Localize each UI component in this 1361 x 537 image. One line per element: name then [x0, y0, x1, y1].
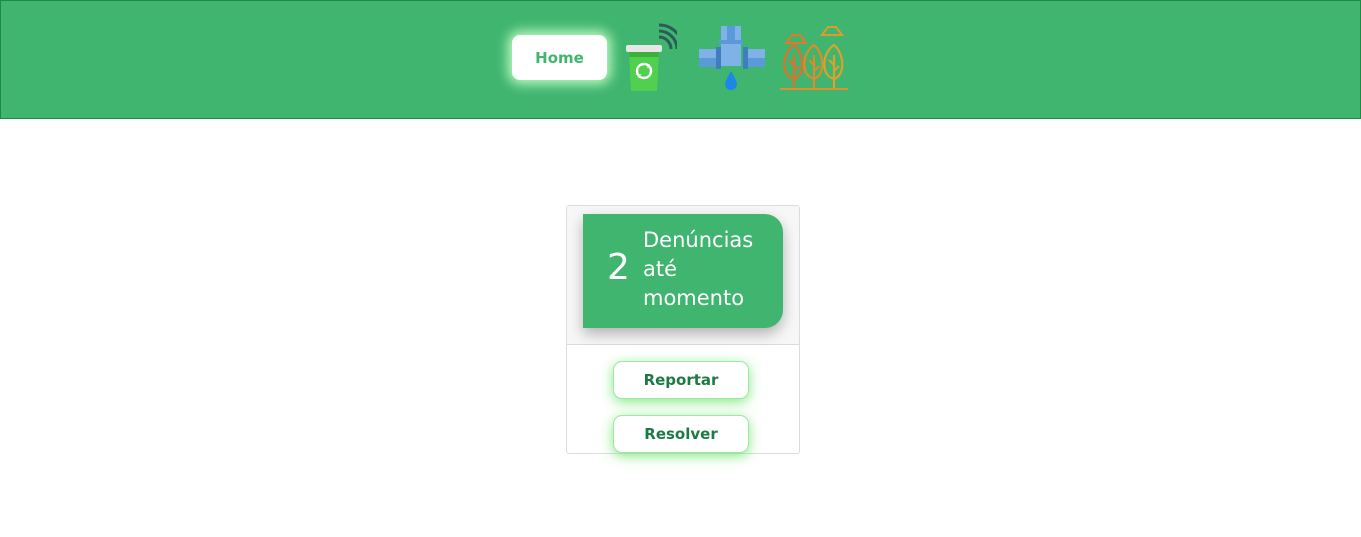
card-header: 2 Denúncias até momento	[567, 206, 799, 345]
reports-count: 2	[607, 247, 630, 288]
top-navbar: Home	[0, 0, 1361, 119]
reports-card: 2 Denúncias até momento Reportar Resolve…	[566, 205, 800, 454]
report-button[interactable]: Reportar	[613, 361, 749, 399]
water-pipe-leak-icon[interactable]	[698, 25, 766, 91]
trees-icon[interactable]	[778, 23, 850, 93]
home-button[interactable]: Home	[512, 35, 607, 80]
resolve-button[interactable]: Resolver	[613, 415, 749, 453]
reports-count-label: Denúncias até momento	[643, 228, 754, 310]
smart-recycle-bin-icon[interactable]	[623, 23, 677, 93]
reports-counter: 2 Denúncias até momento	[583, 214, 783, 328]
